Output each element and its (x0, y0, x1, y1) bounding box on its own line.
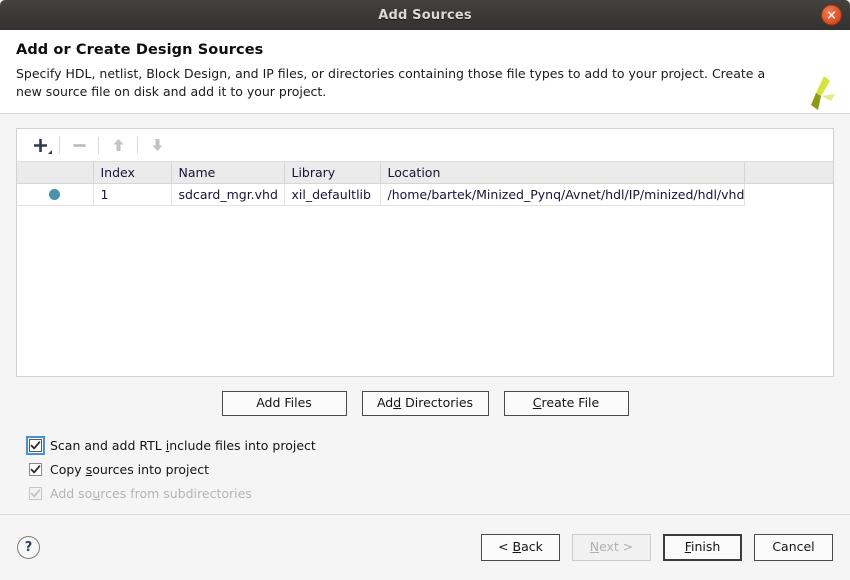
column-header-extra[interactable] (744, 162, 833, 184)
row-status-cell[interactable] (17, 184, 93, 206)
xilinx-logo-icon (794, 72, 838, 116)
column-header-location[interactable]: Location (380, 162, 744, 184)
option-copy-sources[interactable]: Copy sources into project (29, 457, 834, 481)
filled-circle-icon (49, 189, 60, 200)
checkbox-add-subdirectories (29, 487, 42, 500)
option-label-scan-rtl-include: Scan and add RTL include files into proj… (50, 438, 316, 453)
option-label-copy-sources: Copy sources into project (50, 462, 209, 477)
window-title: Add Sources (378, 8, 472, 23)
table-row[interactable]: 1 sdcard_mgr.vhd xil_defaultlib /home/ba… (17, 184, 833, 206)
back-button[interactable]: < Back (481, 534, 560, 561)
page-title: Add or Create Design Sources (16, 42, 834, 58)
finish-button[interactable]: Finish (663, 534, 742, 561)
wizard-nav-buttons: < Back Next > Finish Cancel (481, 534, 833, 561)
page-description: Specify HDL, netlist, Block Design, and … (16, 65, 776, 101)
close-icon[interactable] (821, 5, 842, 26)
add-sources-dialog: Add Sources Add or Create Design Sources… (0, 0, 850, 580)
table-empty-area[interactable] (17, 206, 833, 376)
dialog-header: Add or Create Design Sources Specify HDL… (0, 30, 850, 114)
sources-toolbar (17, 129, 833, 162)
arrow-up-icon[interactable] (105, 133, 131, 157)
arrow-down-icon[interactable] (144, 133, 170, 157)
toolbar-divider (59, 137, 60, 154)
row-library: xil_defaultlib (284, 184, 380, 206)
sources-table: Index Name Library Location 1 sdcard_mgr… (17, 162, 833, 206)
options-group: Scan and add RTL include files into proj… (16, 433, 834, 505)
cancel-button[interactable]: Cancel (754, 534, 833, 561)
row-index: 1 (93, 184, 171, 206)
window-titlebar: Add Sources (0, 0, 850, 30)
plus-icon[interactable] (27, 133, 53, 157)
row-extra (744, 184, 833, 206)
create-file-button[interactable]: Create File (504, 391, 629, 416)
next-button[interactable]: Next > (572, 534, 651, 561)
checkbox-copy-sources[interactable] (29, 463, 42, 476)
option-label-add-subdirectories: Add sources from subdirectories (50, 486, 252, 501)
column-header-index[interactable]: Index (93, 162, 171, 184)
minus-icon[interactable] (66, 133, 92, 157)
chevron-down-icon (48, 150, 52, 154)
source-action-buttons: Add Files Add Directories Create File (16, 391, 834, 416)
option-scan-rtl-include[interactable]: Scan and add RTL include files into proj… (29, 433, 834, 457)
help-icon[interactable]: ? (17, 536, 40, 559)
column-header-selector[interactable] (17, 162, 93, 184)
toolbar-divider (137, 137, 138, 154)
sources-table-panel: Index Name Library Location 1 sdcard_mgr… (16, 128, 834, 377)
column-header-name[interactable]: Name (171, 162, 284, 184)
add-directories-button[interactable]: Add Directories (362, 391, 489, 416)
dialog-body: Index Name Library Location 1 sdcard_mgr… (0, 114, 850, 514)
checkbox-scan-rtl-include[interactable] (29, 439, 42, 452)
option-add-subdirectories: Add sources from subdirectories (29, 481, 834, 505)
toolbar-divider (98, 137, 99, 154)
row-location: /home/bartek/Minized_Pynq/Avnet/hdl/IP/m… (380, 184, 744, 206)
add-files-button[interactable]: Add Files (222, 391, 347, 416)
row-name: sdcard_mgr.vhd (171, 184, 284, 206)
dialog-footer: ? < Back Next > Finish Cancel (0, 514, 850, 580)
column-header-library[interactable]: Library (284, 162, 380, 184)
table-header-row: Index Name Library Location (17, 162, 833, 184)
